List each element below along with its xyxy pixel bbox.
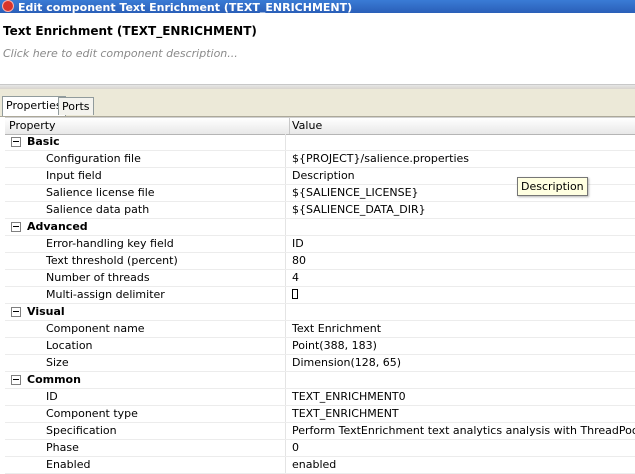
table-row[interactable]: Error-handling key field ID [5,236,635,253]
section-row-visual[interactable]: Visual [5,304,635,321]
property-value[interactable]: enabled [292,457,336,473]
table-row[interactable]: Number of threads 4 [5,270,635,287]
property-value[interactable]: 4 [292,270,299,286]
table-row[interactable]: Component name Text Enrichment [5,321,635,338]
property-value[interactable]: ${SALIENCE_LICENSE} [292,185,419,201]
table-row[interactable]: ID TEXT_ENRICHMENT0 [5,389,635,406]
unprintable-delimiter-glyph [292,289,298,299]
property-value[interactable]: Description [292,168,355,184]
property-name: Multi-assign delimiter [46,288,165,301]
property-value[interactable]: Point(388, 183) [292,338,377,354]
property-name: Specification [46,424,117,437]
section-label: Visual [27,305,65,318]
property-name: Phase [46,441,79,454]
tab-ports[interactable]: Ports [58,97,94,115]
table-row[interactable]: Phase 0 [5,440,635,457]
collapse-icon[interactable] [11,375,21,385]
tab-bar: Properties Ports [0,89,635,117]
table-row[interactable]: Multi-assign delimiter [5,287,635,304]
section-label: Advanced [27,220,88,233]
collapse-icon[interactable] [11,307,21,317]
table-row[interactable]: Enabled enabled [5,457,635,474]
table-row[interactable]: Size Dimension(128, 65) [5,355,635,372]
section-label: Common [27,373,81,386]
table-row[interactable]: Component type TEXT_ENRICHMENT [5,406,635,423]
table-row[interactable]: Text threshold (percent) 80 [5,253,635,270]
section-label: Basic [27,135,60,148]
table-row[interactable]: Configuration file ${PROJECT}/salience.p… [5,151,635,168]
property-name: ID [46,390,58,403]
section-row-common[interactable]: Common [5,372,635,389]
property-name: Salience data path [46,203,150,216]
property-name: Text threshold (percent) [46,254,178,267]
property-name: Location [46,339,93,352]
property-value[interactable]: ID [292,236,304,252]
property-value[interactable]: 0 [292,440,299,456]
property-name: Configuration file [46,152,141,165]
property-name: Salience license file [46,186,155,199]
property-value[interactable]: Perform TextEnrichment text analytics an… [292,423,635,439]
property-name: Input field [46,169,102,182]
property-value[interactable]: Dimension(128, 65) [292,355,401,371]
property-name: Error-handling key field [46,237,174,250]
property-value[interactable]: ${PROJECT}/salience.properties [292,151,469,167]
table-row[interactable]: Salience data path ${SALIENCE_DATA_DIR} [5,202,635,219]
property-value[interactable]: TEXT_ENRICHMENT [292,406,399,422]
property-value[interactable]: ${SALIENCE_DATA_DIR} [292,202,426,218]
section-row-advanced[interactable]: Advanced [5,219,635,236]
window-title: Edit component Text Enrichment (TEXT_ENR… [18,1,353,13]
property-name: Enabled [46,458,91,471]
component-title: Text Enrichment (TEXT_ENRICHMENT) [3,24,257,38]
property-value[interactable]: 80 [292,253,306,269]
property-name: Size [46,356,69,369]
column-header-property[interactable]: Property [5,118,290,134]
property-value[interactable] [292,287,298,303]
collapse-icon[interactable] [11,137,21,147]
table-row[interactable]: Specification Perform TextEnrichment tex… [5,423,635,440]
property-table-header: Property Value [5,117,635,135]
section-row-basic[interactable]: Basic [5,134,635,151]
tooltip: Description [517,177,588,196]
tab-properties[interactable]: Properties [2,96,66,116]
collapse-icon[interactable] [11,222,21,232]
property-name: Component type [46,407,138,420]
property-name: Component name [46,322,145,335]
property-value[interactable]: Text Enrichment [292,321,381,337]
window-titlebar: Edit component Text Enrichment (TEXT_ENR… [0,0,635,13]
table-row[interactable]: Location Point(388, 183) [5,338,635,355]
column-header-value[interactable]: Value [288,118,322,134]
property-value[interactable]: TEXT_ENRICHMENT0 [292,389,406,405]
component-header: Text Enrichment (TEXT_ENRICHMENT) Click … [0,13,635,88]
property-name: Number of threads [46,271,150,284]
component-description-field[interactable]: Click here to edit component description… [3,47,238,60]
oracle-app-icon [2,0,14,12]
